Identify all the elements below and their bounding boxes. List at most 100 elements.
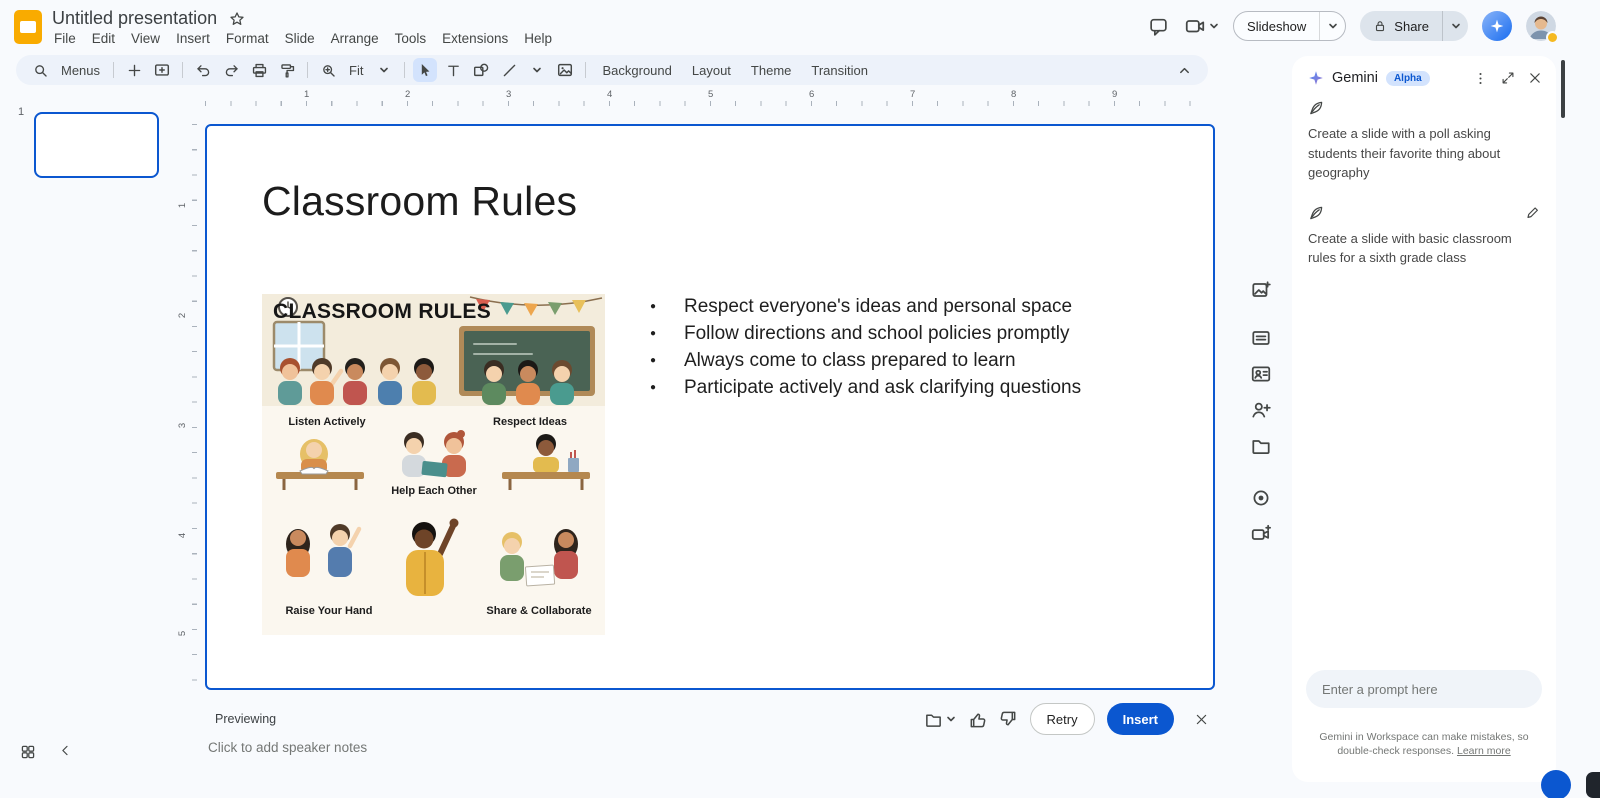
bullet-marker: ● [644,301,684,312]
google-slides-app: Untitled presentation File Edit View Ins… [0,0,1600,798]
undo-icon[interactable] [191,58,215,82]
close-icon[interactable] [1528,71,1542,85]
scrollbar-thumb[interactable] [1561,60,1565,118]
speaker-notes-placeholder[interactable]: Click to add speaker notes [208,740,367,755]
bullet-item: ●Participate actively and ask clarifying… [644,374,1144,401]
close-preview-button[interactable] [1194,712,1209,727]
move-to-folder-button[interactable] [924,710,956,729]
learn-more-link[interactable]: Learn more [1457,745,1511,757]
insert-image-icon[interactable] [553,58,577,82]
gemini-panel: Gemini Alpha Create a slide with a poll … [1292,56,1556,782]
ruler-number: 9 [1112,89,1117,100]
alpha-badge: Alpha [1386,71,1430,86]
share-dropdown[interactable] [1442,11,1468,41]
zoom-icon[interactable] [316,58,340,82]
redo-icon[interactable] [219,58,243,82]
thumb-down-button[interactable] [999,710,1018,729]
slide-canvas[interactable]: Classroom Rules [205,124,1215,690]
gemini-sparkle-button[interactable] [1482,11,1512,41]
slideshow-dropdown[interactable] [1319,12,1345,40]
bullet-marker: ● [644,355,684,366]
insert-button[interactable]: Insert [1107,703,1174,735]
prompt-input[interactable] [1306,670,1542,708]
illustration-label: Respect Ideas [493,416,567,428]
menu-view[interactable]: View [123,28,168,49]
zoom-dropdown-icon[interactable] [372,58,396,82]
prompt-item-head [1308,100,1540,116]
bullet-item: ●Respect everyone's ideas and personal s… [644,293,1144,320]
slides-logo[interactable] [14,10,42,44]
paint-format-icon[interactable] [275,58,299,82]
edit-pencil-icon[interactable] [1525,205,1540,220]
prompt-item-head [1308,205,1540,221]
avatar[interactable] [1526,11,1556,41]
new-slide-icon[interactable] [150,58,174,82]
video-camera-icon[interactable] [1250,523,1272,545]
prompt-history-item[interactable]: Create a slide with basic classroom rule… [1292,205,1556,268]
search-icon[interactable] [28,58,52,82]
menu-extensions[interactable]: Extensions [434,28,516,49]
slideshow-label: Slideshow [1247,19,1306,34]
menu-edit[interactable]: Edit [84,28,123,49]
doc-title[interactable]: Untitled presentation [52,8,217,29]
ruler-number: 4 [607,89,612,100]
star-icon[interactable] [229,11,245,27]
person-add-icon[interactable] [1250,399,1272,421]
folder-icon[interactable] [1250,435,1272,457]
retry-button[interactable]: Retry [1030,703,1095,735]
ruler-number: 4 [177,533,188,538]
screen-corner-widget [1586,772,1600,798]
ruler-number: 2 [405,89,410,100]
menu-help[interactable]: Help [516,28,560,49]
classroom-rules-image[interactable]: CLASSROOM RULES Listen Actively Respect … [262,294,605,635]
video-call-button[interactable] [1184,15,1219,37]
illustration-title: CLASSROOM RULES [273,300,491,324]
record-icon[interactable] [1250,487,1272,509]
collapse-filmstrip-icon[interactable] [58,743,73,758]
bullet-list[interactable]: ●Respect everyone's ideas and personal s… [644,293,1144,401]
expand-icon[interactable] [1501,71,1515,85]
toolbar-divider [404,62,405,78]
prompt-history-item[interactable]: Create a slide with a poll asking studen… [1292,100,1556,183]
preview-actions: Retry Insert [924,703,1215,735]
comment-icon[interactable] [1146,14,1170,38]
collapse-menus-icon[interactable] [1172,58,1196,82]
prompt-text: Create a slide with basic classroom rule… [1308,229,1540,268]
thumb-up-button[interactable] [968,710,987,729]
print-icon[interactable] [247,58,271,82]
slide-title[interactable]: Classroom Rules [262,178,577,225]
menu-format[interactable]: Format [218,28,277,49]
transition-button[interactable]: Transition [801,59,878,82]
thumb-up-icon [968,710,987,729]
select-cursor-icon[interactable] [413,58,437,82]
menu-arrange[interactable]: Arrange [323,28,387,49]
slide-thumbnail[interactable] [34,112,159,178]
menu-insert[interactable]: Insert [168,28,218,49]
shape-icon[interactable] [469,58,493,82]
menu-slide[interactable]: Slide [277,28,323,49]
contact-card-icon[interactable] [1250,363,1272,385]
menu-file[interactable]: File [46,28,84,49]
notes-card-icon[interactable] [1250,327,1272,349]
line-dropdown-icon[interactable] [525,58,549,82]
insert-image-icon[interactable] [1250,279,1272,301]
theme-button[interactable]: Theme [741,59,801,82]
zoom-fit-label[interactable]: Fit [342,63,370,78]
gemini-disclaimer: Gemini in Workspace can make mistakes, s… [1302,730,1546,758]
more-vert-icon[interactable] [1473,71,1488,86]
text-box-icon[interactable] [441,58,465,82]
slideshow-button[interactable]: Slideshow [1234,12,1319,40]
menu-tools[interactable]: Tools [387,28,435,49]
background-button[interactable]: Background [592,59,681,82]
share-button[interactable]: Share [1360,11,1442,41]
grid-view-icon[interactable] [20,744,36,760]
line-icon[interactable] [497,58,521,82]
illustration-label: Share & Collaborate [486,605,591,617]
layout-button[interactable]: Layout [682,59,741,82]
plus-icon[interactable] [122,58,146,82]
floating-action-button[interactable] [1541,770,1571,798]
retry-label: Retry [1047,712,1078,727]
ruler-number: 3 [177,423,188,428]
ruler-number: 6 [809,89,814,100]
menus-search-label[interactable]: Menus [54,63,107,78]
